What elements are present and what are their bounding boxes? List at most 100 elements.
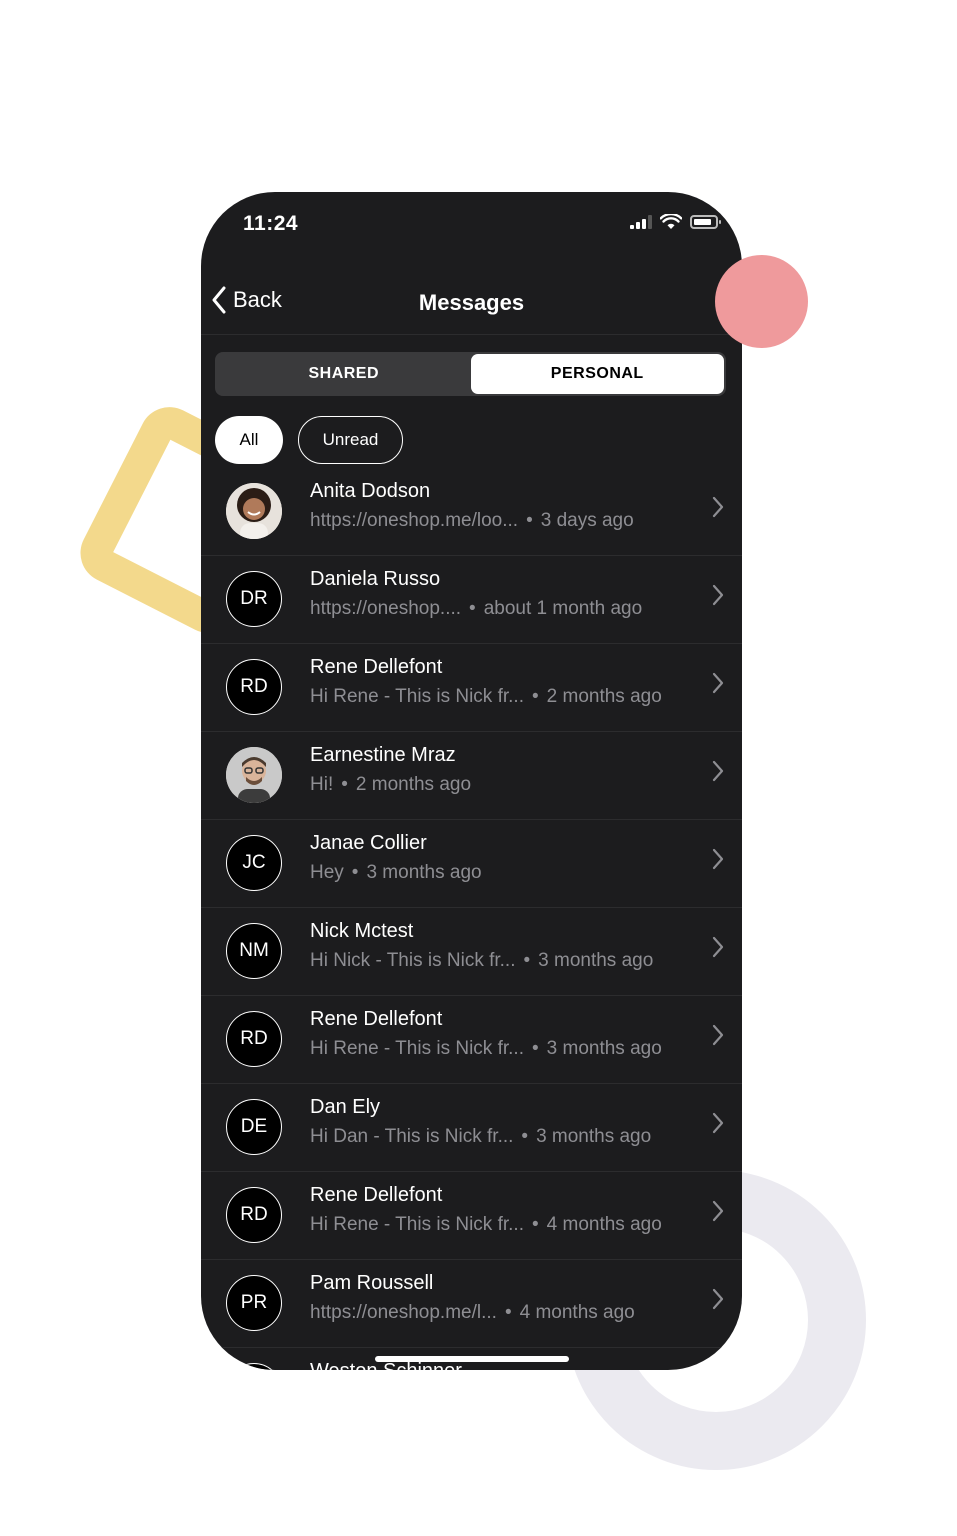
status-icons <box>630 214 721 230</box>
contact-name: Janae Collier <box>310 832 427 854</box>
message-meta: Hi Rene - This is Nick fr... • 4 months ag… <box>310 1214 692 1236</box>
conversation-row[interactable]: Earnestine Mraz Hi! • 2 months ago <box>201 732 742 820</box>
conversation-row[interactable]: DE Dan Ely Hi Dan - This is Nick fr... • 3 m… <box>201 1084 742 1172</box>
home-indicator <box>375 1356 569 1362</box>
avatar <box>226 1363 282 1370</box>
conversation-row[interactable]: Anita Dodson https://oneshop.me/loo... • 3 … <box>201 468 742 556</box>
segment-shared[interactable]: SHARED <box>217 354 471 394</box>
stage: 11:24 Back Messages SHARED PERSONAL All … <box>0 0 957 1536</box>
avatar-initials: DR <box>240 588 268 609</box>
avatar: DE <box>226 1099 282 1155</box>
conversation-list: Anita Dodson https://oneshop.me/loo... • 3 … <box>201 468 742 1370</box>
message-time: 3 months ago <box>366 862 482 883</box>
chevron-right-icon <box>712 1024 724 1051</box>
segmented-control: SHARED PERSONAL <box>215 352 726 396</box>
contact-name: Rene Dellefont <box>310 1184 443 1206</box>
message-meta-line: Hi Rene - This is Nick fr... • 2 months ag… <box>310 686 662 708</box>
contact-name: Pam Roussell <box>310 1272 434 1294</box>
conversation-row[interactable]: RD Rene Dellefont Hi Rene - This is Nick f… <box>201 1172 742 1260</box>
message-meta: Hi Rene - This is Nick fr... • 2 months ag… <box>310 686 692 708</box>
contact-name: Earnestine Mraz <box>310 744 456 766</box>
separator-dot: • <box>521 1126 529 1147</box>
message-preview: Hi! <box>310 774 334 795</box>
chevron-right-icon <box>712 1112 724 1139</box>
message-time: 4 months ago <box>519 1302 635 1323</box>
chevron-right-icon <box>712 936 724 963</box>
message-meta: https://oneshop.... • about 1 month ago <box>310 598 692 620</box>
message-meta: https://oneshop.me/loo... • 3 days ago <box>310 510 692 532</box>
status-bar: 11:24 <box>201 192 742 256</box>
filter-all[interactable]: All <box>215 416 283 464</box>
avatar: NM <box>226 923 282 979</box>
message-time: 3 days ago <box>540 510 634 531</box>
avatar-initials: PR <box>240 1292 268 1313</box>
chevron-right-icon <box>712 496 724 523</box>
message-time: 3 months ago <box>546 1038 662 1059</box>
message-meta-line: Hi Rene - This is Nick fr... • 4 months ag… <box>310 1214 662 1236</box>
message-time: 4 months ago <box>546 1214 662 1235</box>
chevron-right-icon <box>712 672 724 699</box>
contact-name: Rene Dellefont <box>310 1008 443 1030</box>
chevron-right-icon <box>712 848 724 875</box>
message-meta: Hi! • 2 months ago <box>310 774 692 796</box>
avatar-initials: NM <box>239 940 269 961</box>
contact-name: Dan Ely <box>310 1096 381 1118</box>
conversation-row[interactable]: PR Pam Roussell https://oneshop.me/l... • 4 … <box>201 1260 742 1348</box>
avatar <box>226 483 282 539</box>
message-preview: Hi Rene - This is Nick fr... <box>310 686 524 707</box>
page-title: Messages <box>418 290 525 315</box>
separator-dot: • <box>469 598 476 619</box>
contact-name: Rene Dellefont <box>310 656 443 678</box>
filter-unread[interactable]: Unread <box>298 416 403 464</box>
avatar <box>226 747 282 803</box>
message-meta-line: https://oneshop.... • about 1 month ago <box>310 598 642 620</box>
chevron-right-icon <box>712 760 724 787</box>
separator-dot: • <box>531 1038 539 1059</box>
message-meta: Hi Nick - This is Nick fr... • 3 months ag… <box>310 950 692 972</box>
conversation-row[interactable]: RD Rene Dellefont Hi Rene - This is Nick f… <box>201 644 742 732</box>
message-meta-line: Hi Nick - This is Nick fr... • 3 months ag… <box>310 950 653 972</box>
contact-name: Daniela Russo <box>310 568 441 590</box>
segment-personal[interactable]: PERSONAL <box>470 354 724 394</box>
avatar: PR <box>226 1275 282 1331</box>
separator-dot: • <box>351 862 359 883</box>
avatar: RD <box>226 659 282 715</box>
cellular-signal-icon <box>630 215 652 229</box>
contact-name: Nick Mctest <box>310 920 414 942</box>
message-time: 3 months ago <box>538 950 654 971</box>
avatar-initials: RD <box>240 676 268 697</box>
chevron-right-icon <box>712 1200 724 1227</box>
message-time: 2 months ago <box>546 686 662 707</box>
separator-dot: • <box>526 510 533 531</box>
separator-dot: • <box>341 774 348 795</box>
message-preview: Hi Rene - This is Nick fr... <box>310 1214 524 1235</box>
message-preview: https://oneshop.... <box>310 598 462 619</box>
separator-dot: • <box>531 1214 539 1235</box>
message-meta-line: Hi Dan - This is Nick fr... • 3 months ago <box>310 1126 651 1148</box>
avatar-initials: RD <box>240 1028 268 1049</box>
battery-icon <box>690 215 721 229</box>
message-preview: Hi Rene - This is Nick fr... <box>310 1038 524 1059</box>
avatar: JC <box>226 835 282 891</box>
contact-name: Anita Dodson <box>310 480 431 502</box>
avatar-initials: JC <box>242 852 266 873</box>
message-preview: https://oneshop.me/l... <box>310 1302 497 1323</box>
chevron-right-icon <box>712 1288 724 1315</box>
message-meta: Hi Rene - This is Nick fr... • 3 months ag… <box>310 1038 692 1060</box>
phone-screen: 11:24 Back Messages SHARED PERSONAL All … <box>201 192 742 1370</box>
message-time: 2 months ago <box>355 774 472 795</box>
message-preview: Hi Dan - This is Nick fr... <box>310 1126 514 1147</box>
message-preview: Hey <box>310 862 344 883</box>
message-time: about 1 month ago <box>483 598 643 619</box>
conversation-row[interactable]: RD Rene Dellefont Hi Rene - This is Nick f… <box>201 996 742 1084</box>
message-meta-line: Hey • 3 months ago <box>310 862 482 884</box>
wifi-icon <box>660 214 682 229</box>
message-preview: https://oneshop.me/loo... <box>310 510 519 531</box>
conversation-row[interactable]: DR Daniela Russo https://oneshop.... • about… <box>201 556 742 644</box>
message-meta-line: Hi Rene - This is Nick fr... • 3 months ag… <box>310 1038 662 1060</box>
conversation-row[interactable]: JC Janae Collier Hey • 3 months ago <box>201 820 742 908</box>
conversation-row[interactable]: NM Nick Mctest Hi Nick - This is Nick fr..… <box>201 908 742 996</box>
decorative-pink-circle <box>715 255 808 348</box>
message-meta-line: Hi! • 2 months ago <box>310 774 471 796</box>
message-time: 3 months ago <box>536 1126 652 1147</box>
